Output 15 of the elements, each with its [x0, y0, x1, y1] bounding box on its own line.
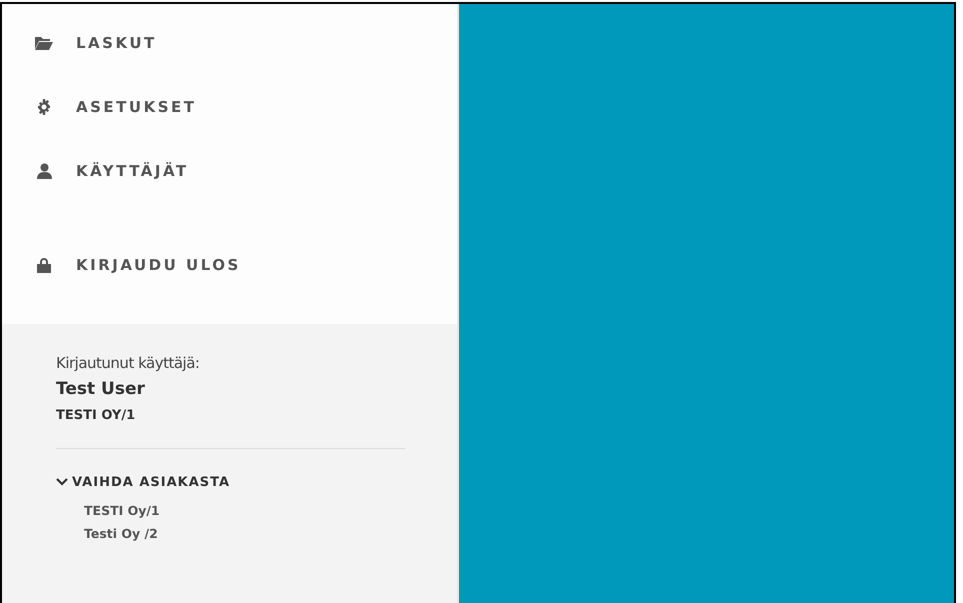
nav-link[interactable]: KIRJAUDU ULOS: [34, 252, 457, 278]
customer-link[interactable]: Testi Oy /2: [84, 524, 158, 544]
nav-link[interactable]: ASETUKSET: [34, 94, 457, 120]
gear-icon: [36, 99, 52, 115]
nav-link[interactable]: LASKUT: [34, 30, 457, 56]
user-name: Test User: [56, 378, 146, 400]
caption-text: Kirjautunut käyttäjä:: [56, 353, 200, 374]
chevron-down-icon: [56, 478, 68, 486]
nav-link[interactable]: KÄYTTÄJÄT: [34, 158, 457, 184]
company-name: TESTI OY/1: [56, 407, 136, 425]
switch-customer-toggle[interactable]: VAIHDA ASIAKASTA: [56, 472, 405, 492]
lock-icon: [37, 257, 51, 273]
folder-icon: [35, 36, 53, 50]
user-icon: [36, 163, 52, 179]
customer-link[interactable]: TESTI Oy/1: [84, 502, 160, 521]
